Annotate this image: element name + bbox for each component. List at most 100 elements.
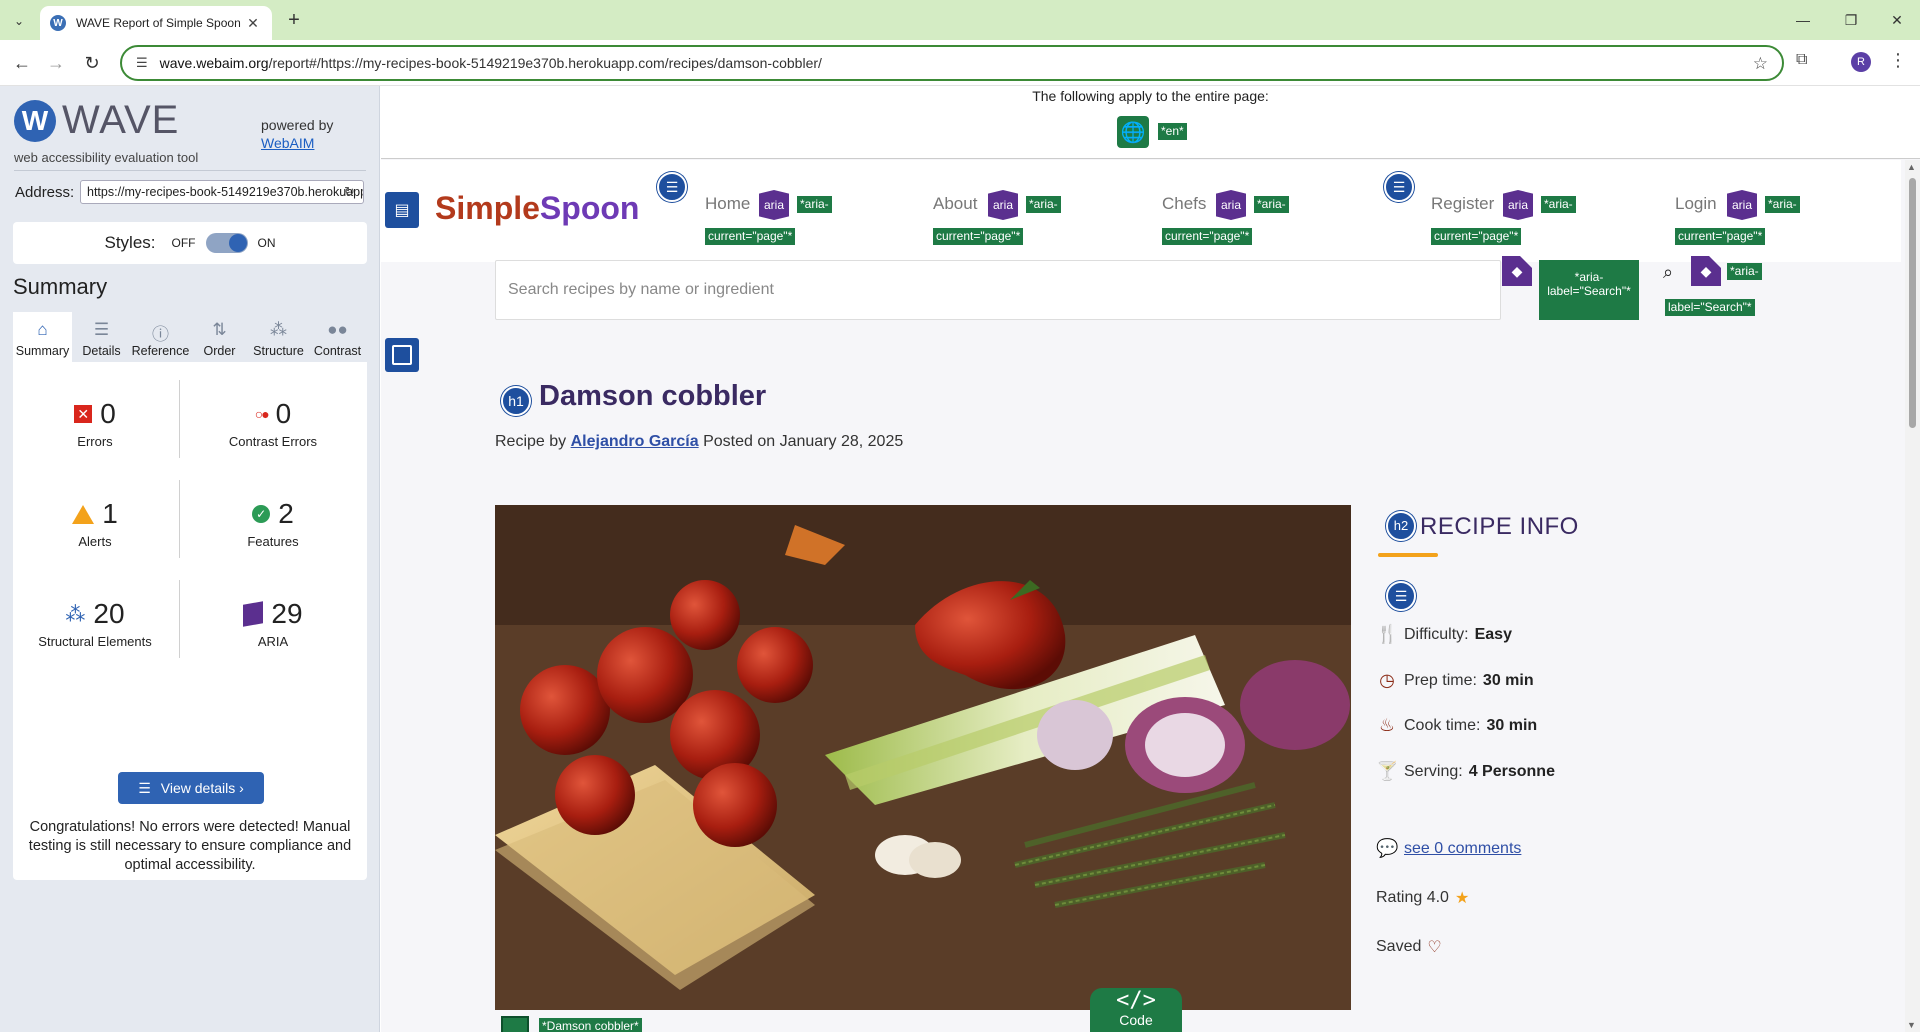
language-globe-icon[interactable]: 🌐 bbox=[1117, 116, 1149, 148]
tab-summary[interactable]: ⌂ Summary bbox=[13, 312, 72, 362]
extensions-icon[interactable]: ⧉ bbox=[1796, 51, 1807, 69]
heart-icon[interactable]: ♡ bbox=[1427, 937, 1441, 957]
nav-chefs[interactable]: Chefs bbox=[1162, 194, 1206, 214]
tab-label: Reference bbox=[131, 344, 190, 358]
bookmark-star-icon[interactable]: ☆ bbox=[1753, 54, 1768, 74]
site-logo[interactable]: SimpleSpoon bbox=[435, 190, 639, 227]
site-header: ▤ SimpleSpoon ☰ Home aria *aria- current… bbox=[381, 160, 1901, 262]
contrast-errors-stat[interactable]: ○● 0 Contrast Errors bbox=[193, 398, 353, 449]
list-icon[interactable]: ☰ bbox=[1386, 581, 1416, 611]
scroll-down-icon[interactable]: ▼ bbox=[1907, 1020, 1916, 1030]
prep-value: 30 min bbox=[1482, 671, 1534, 689]
back-icon[interactable]: ← bbox=[10, 51, 34, 75]
divider bbox=[179, 380, 180, 458]
styles-off-label: OFF bbox=[171, 236, 196, 250]
nav-register[interactable]: Register bbox=[1431, 194, 1494, 214]
tab-details[interactable]: ☰ Details bbox=[72, 312, 131, 362]
features-count: 2 bbox=[278, 498, 294, 529]
forward-icon[interactable]: → bbox=[44, 51, 68, 75]
aria-icon[interactable]: aria bbox=[1727, 190, 1757, 220]
recipe-photo-illustration bbox=[495, 505, 1351, 1010]
address-input[interactable]: https://my-recipes-book-5149219e370b.her… bbox=[80, 180, 364, 204]
search-button[interactable]: *aria- label="Search"* bbox=[1539, 260, 1639, 320]
divider bbox=[179, 480, 180, 558]
tab-structure[interactable]: ⁂ Structure bbox=[249, 312, 308, 362]
aria-tag: *aria- bbox=[1541, 196, 1576, 213]
list-icon: ☰ bbox=[138, 779, 151, 796]
serving-row: 🍸 Serving: 4 Personne bbox=[1376, 761, 1555, 782]
h1-badge[interactable]: h1 bbox=[501, 386, 531, 416]
structural-stat[interactable]: ⁂ 20 Structural Elements bbox=[15, 598, 175, 649]
posted-date: Posted on January 28, 2025 bbox=[703, 433, 904, 450]
aria-icon bbox=[243, 601, 264, 627]
features-stat[interactable]: ✓ 2 Features bbox=[193, 498, 353, 549]
home-icon: ⌂ bbox=[37, 320, 48, 339]
wave-tabs: ⌂ Summary ☰ Details ⓘ Reference ⇅ Order ⁂ Str… bbox=[13, 312, 367, 362]
alerts-stat[interactable]: 1 Alerts bbox=[15, 498, 175, 549]
cook-row: ♨ Cook time: 30 min bbox=[1376, 715, 1537, 736]
view-details-button[interactable]: ☰ View details › bbox=[118, 772, 264, 804]
list-icon[interactable]: ☰ bbox=[657, 172, 687, 202]
cooking-pot-icon: ♨ bbox=[1378, 715, 1396, 735]
tab-contrast[interactable]: ●● Contrast bbox=[308, 312, 367, 362]
errors-count: 0 bbox=[100, 398, 116, 429]
aria-tag: current="page"* bbox=[933, 228, 1024, 245]
tab-order[interactable]: ⇅ Order bbox=[190, 312, 249, 362]
features-label: Features bbox=[247, 534, 299, 549]
alt-text-tag: *Damson cobbler* bbox=[539, 1018, 642, 1032]
tab-close-icon[interactable]: ✕ bbox=[244, 15, 262, 32]
search-icon[interactable]: ⌕ bbox=[1663, 262, 1673, 283]
webaim-link[interactable]: WebAIM bbox=[261, 135, 314, 151]
code-button[interactable]: </> Code bbox=[1090, 988, 1182, 1032]
scroll-up-icon[interactable]: ▲ bbox=[1907, 162, 1916, 172]
aria-icon[interactable]: aria bbox=[1216, 190, 1246, 220]
scrollbar-thumb[interactable] bbox=[1909, 178, 1916, 428]
logo-part-2: Spoon bbox=[539, 190, 640, 226]
code-icon: </> bbox=[1116, 988, 1156, 1013]
list-icon[interactable]: ☰ bbox=[1384, 172, 1414, 202]
reload-icon[interactable]: ↻ bbox=[80, 51, 104, 75]
rating-row: Rating 4.0 ★ bbox=[1376, 888, 1469, 908]
tab-title: WAVE Report of Simple Spoon bbox=[76, 16, 241, 30]
nav-login[interactable]: Login bbox=[1675, 194, 1717, 214]
tab-reference[interactable]: ⓘ Reference bbox=[131, 312, 190, 362]
styles-toggle[interactable] bbox=[205, 233, 248, 253]
aria-icon[interactable]: aria bbox=[1503, 190, 1533, 220]
page-scrollbar[interactable]: ▲ ▼ bbox=[1905, 160, 1920, 1032]
powered-by-text: powered by bbox=[261, 117, 334, 133]
nav-about[interactable]: About bbox=[933, 194, 977, 214]
aria-icon[interactable]: aria bbox=[988, 190, 1018, 220]
profile-avatar[interactable]: R bbox=[1851, 52, 1871, 72]
minimize-icon[interactable]: — bbox=[1780, 0, 1826, 40]
tab-search-icon[interactable]: ⌄ bbox=[8, 10, 30, 32]
refresh-icon[interactable]: ↻ bbox=[344, 184, 355, 200]
order-icon: ⇅ bbox=[212, 320, 227, 339]
window-close-icon[interactable]: ✕ bbox=[1874, 0, 1920, 40]
header-doc-icon[interactable]: ▤ bbox=[385, 192, 419, 228]
browser-tab[interactable]: W WAVE Report of Simple Spoon ✕ bbox=[40, 6, 272, 40]
styles-on-label: ON bbox=[257, 236, 276, 250]
byline-prefix: Recipe by bbox=[495, 433, 571, 450]
nav-home[interactable]: Home bbox=[705, 194, 750, 214]
aria-tag: *aria- bbox=[797, 196, 832, 213]
aria-tag: *aria- bbox=[1765, 196, 1800, 213]
region-icon[interactable] bbox=[385, 338, 419, 372]
errors-stat[interactable]: ✕ 0 Errors bbox=[15, 398, 175, 449]
prep-label: Prep time: bbox=[1404, 671, 1477, 689]
browser-menu-icon[interactable]: ⋮ bbox=[1889, 50, 1907, 71]
site-info-icon[interactable]: ☰ bbox=[136, 55, 148, 71]
restore-icon[interactable]: ❐ bbox=[1828, 0, 1874, 40]
browser-tab-bar: ⌄ W WAVE Report of Simple Spoon ✕ + — ❐ … bbox=[0, 0, 1920, 40]
h2-badge[interactable]: h2 bbox=[1386, 511, 1416, 541]
styles-toggle-box: Styles: OFF ON bbox=[13, 222, 367, 264]
recipe-search-input[interactable]: Search recipes by name or ingredient bbox=[495, 260, 1501, 320]
address-bar[interactable]: ☰ wave.webaim.org/report#/https://my-rec… bbox=[120, 45, 1784, 81]
new-tab-icon[interactable]: + bbox=[282, 9, 306, 33]
aria-stat[interactable]: 29 ARIA bbox=[193, 598, 353, 649]
image-alt-icon[interactable] bbox=[501, 1016, 529, 1032]
powered-by: powered by WebAIM bbox=[261, 116, 333, 152]
author-link[interactable]: Alejandro García bbox=[571, 433, 699, 450]
divider bbox=[179, 580, 180, 658]
comments-link[interactable]: see 0 comments bbox=[1404, 840, 1521, 858]
aria-icon[interactable]: aria bbox=[759, 190, 789, 220]
